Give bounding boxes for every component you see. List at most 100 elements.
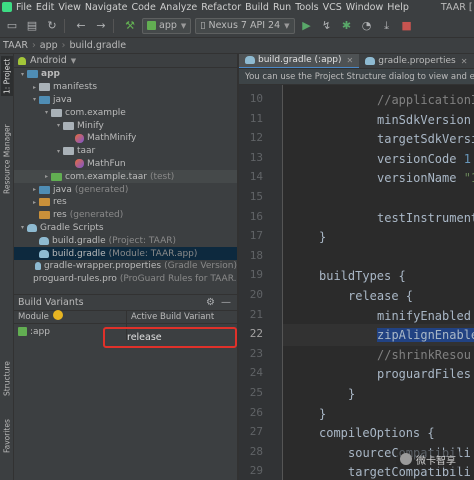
menu-item-analyze[interactable]: Analyze <box>160 2 201 13</box>
tree-item-label: build.gradle <box>52 248 106 259</box>
menu-item-tools[interactable]: Tools <box>295 2 322 13</box>
menu-item-refactor[interactable]: Refactor <box>201 2 245 13</box>
close-icon[interactable]: ✕ <box>461 57 468 66</box>
chevron-icon[interactable]: ▾ <box>18 71 27 78</box>
chevron-icon[interactable]: ▾ <box>54 122 63 129</box>
menu-item-edit[interactable]: Edit <box>36 2 58 13</box>
tree-item[interactable]: ▾ app <box>14 68 237 81</box>
menu-item-build[interactable]: Build <box>245 2 273 13</box>
debug-icon[interactable]: ✱ <box>339 18 355 34</box>
chevron-icon[interactable]: ▸ <box>30 199 39 206</box>
device-select[interactable]: ▯ Nexus 7 API 24 ▼ <box>195 17 295 34</box>
tree-item[interactable]: ▸ java (generated) <box>14 183 237 196</box>
lightbulb-icon[interactable] <box>53 310 63 320</box>
menu-item-navigate[interactable]: Navigate <box>85 2 132 13</box>
hammer-icon[interactable]: ⚒ <box>122 18 138 34</box>
project-view-header[interactable]: Android ▼ <box>14 54 237 68</box>
chevron-icon[interactable]: ▸ <box>30 84 39 91</box>
line-number: 17 <box>249 229 263 243</box>
menu-item-help[interactable]: Help <box>387 2 413 13</box>
line-number: 10 <box>249 92 263 105</box>
line-number: 16 <box>249 209 263 223</box>
column-divider <box>126 311 127 323</box>
chevron-icon[interactable]: ▾ <box>30 96 39 103</box>
device-value: Nexus 7 API 24 <box>208 20 281 31</box>
open-folder-icon[interactable]: ▭ <box>4 18 20 34</box>
tree-item[interactable]: ▾ Minify <box>14 119 237 132</box>
run-config-select[interactable]: app ▼ <box>142 17 192 34</box>
menu-item-vcs[interactable]: VCS <box>323 2 346 13</box>
folder-icon <box>63 147 74 156</box>
project-tool-tab[interactable]: 1: Project <box>1 56 13 96</box>
gradle-icon <box>27 223 37 232</box>
chevron-icon[interactable]: ▾ <box>54 148 63 155</box>
menu-item-code[interactable]: Code <box>131 2 159 13</box>
tab-gradle-properties[interactable]: gradle.properties ✕ <box>359 54 473 68</box>
build-variants-columns: Module Active Build Variant <box>14 311 237 324</box>
tree-item[interactable]: proguard-rules.pro (ProGuard Rules for TA… <box>14 273 237 286</box>
tree-item[interactable]: ▸ com.example.taar (test) <box>14 170 237 184</box>
main-toolbar: ▭ ▤ ↻ ← → ⚒ app ▼ ▯ Nexus 7 API 24 ▼ ▶ ↯… <box>0 14 474 38</box>
menu-item-window[interactable]: Window <box>346 2 387 13</box>
code-editor[interactable]: //applicationId "minSdkVersion 21targetS… <box>283 85 474 480</box>
gradle-icon <box>39 249 49 258</box>
run-icon[interactable]: ▶ <box>299 18 315 34</box>
tree-item[interactable]: ▸ manifests <box>14 81 237 94</box>
chevron-icon[interactable]: ▾ <box>18 224 27 231</box>
forward-arrow-icon[interactable]: → <box>93 18 109 34</box>
tree-item[interactable]: gradle-wrapper.properties (Gradle Version… <box>14 260 237 273</box>
breadcrumb-project[interactable]: TAAR <box>0 40 31 51</box>
apply-changes-icon[interactable]: ↯ <box>319 18 335 34</box>
kotlin-file-icon <box>75 133 84 143</box>
attach-debugger-icon[interactable]: ⤓ <box>379 18 395 34</box>
project-view-select[interactable]: Android <box>30 55 67 66</box>
tree-item[interactable]: ▾ java <box>14 94 237 107</box>
tree-item[interactable]: ▾ com.example <box>14 106 237 119</box>
gear-icon[interactable]: ⚙ <box>206 297 215 308</box>
tree-item[interactable]: ▸ res <box>14 196 237 209</box>
menu-item-view[interactable]: View <box>58 2 85 13</box>
stop-icon[interactable]: ■ <box>399 18 415 34</box>
module-cell: :app <box>18 327 50 337</box>
tree-item[interactable]: MathFun <box>14 158 237 171</box>
code-token: } <box>319 230 327 245</box>
tree-item[interactable]: build.gradle (Project: TAAR) <box>14 234 237 247</box>
code-token: testInstrumentati <box>377 210 474 225</box>
save-all-icon[interactable]: ▤ <box>24 18 40 34</box>
code-token: } <box>348 387 356 401</box>
minimize-icon[interactable]: — <box>221 297 231 308</box>
profile-icon[interactable]: ◔ <box>359 18 375 34</box>
code-token: zipAlignEnable <box>377 328 474 343</box>
line-number: 15 <box>249 190 263 203</box>
code-token: //shrinkResou <box>377 347 471 362</box>
close-icon[interactable]: ✕ <box>347 56 354 65</box>
tree-item-label: Gradle Scripts <box>40 222 104 233</box>
active-build-variant-select[interactable]: release <box>103 327 237 348</box>
tree-item[interactable]: res (generated) <box>14 209 237 222</box>
resource-manager-tab[interactable]: Resource Manager <box>1 114 13 204</box>
structure-tab[interactable]: Structure <box>1 354 13 404</box>
favorites-tab[interactable]: Favorites <box>1 414 13 459</box>
menu-item-run[interactable]: Run <box>273 2 295 13</box>
tree-item[interactable]: MathMinify <box>14 132 237 145</box>
project-panel: Android ▼ ▾ app ▸ manifests ▾ java ▾ com.exampl… <box>14 54 237 294</box>
back-arrow-icon[interactable]: ← <box>73 18 89 34</box>
sync-icon[interactable]: ↻ <box>44 18 60 34</box>
chevron-icon[interactable]: ▾ <box>42 109 51 116</box>
android-studio-icon <box>2 2 12 12</box>
tab-build-gradle-app[interactable]: build.gradle (:app) ✕ <box>239 54 360 68</box>
breadcrumb-module[interactable]: app <box>37 40 61 51</box>
tree-item[interactable]: ▾ Gradle Scripts <box>14 222 237 235</box>
chevron-icon[interactable]: ▸ <box>30 186 39 193</box>
folder-icon <box>27 70 38 79</box>
toolbar-divider <box>113 18 114 33</box>
breadcrumb-file[interactable]: build.gradle <box>66 40 129 51</box>
tree-item[interactable]: ▾ taar <box>14 145 237 158</box>
code-token: minifyEnabled <box>377 308 471 323</box>
menu-item-file[interactable]: File <box>16 2 36 13</box>
code-token: } <box>319 406 327 421</box>
tree-item[interactable]: build.gradle (Module: TAAR.app) <box>14 247 237 260</box>
chevron-icon[interactable]: ▸ <box>42 173 51 180</box>
toolbar-divider <box>64 18 65 33</box>
tree-item-label: res <box>53 210 67 221</box>
